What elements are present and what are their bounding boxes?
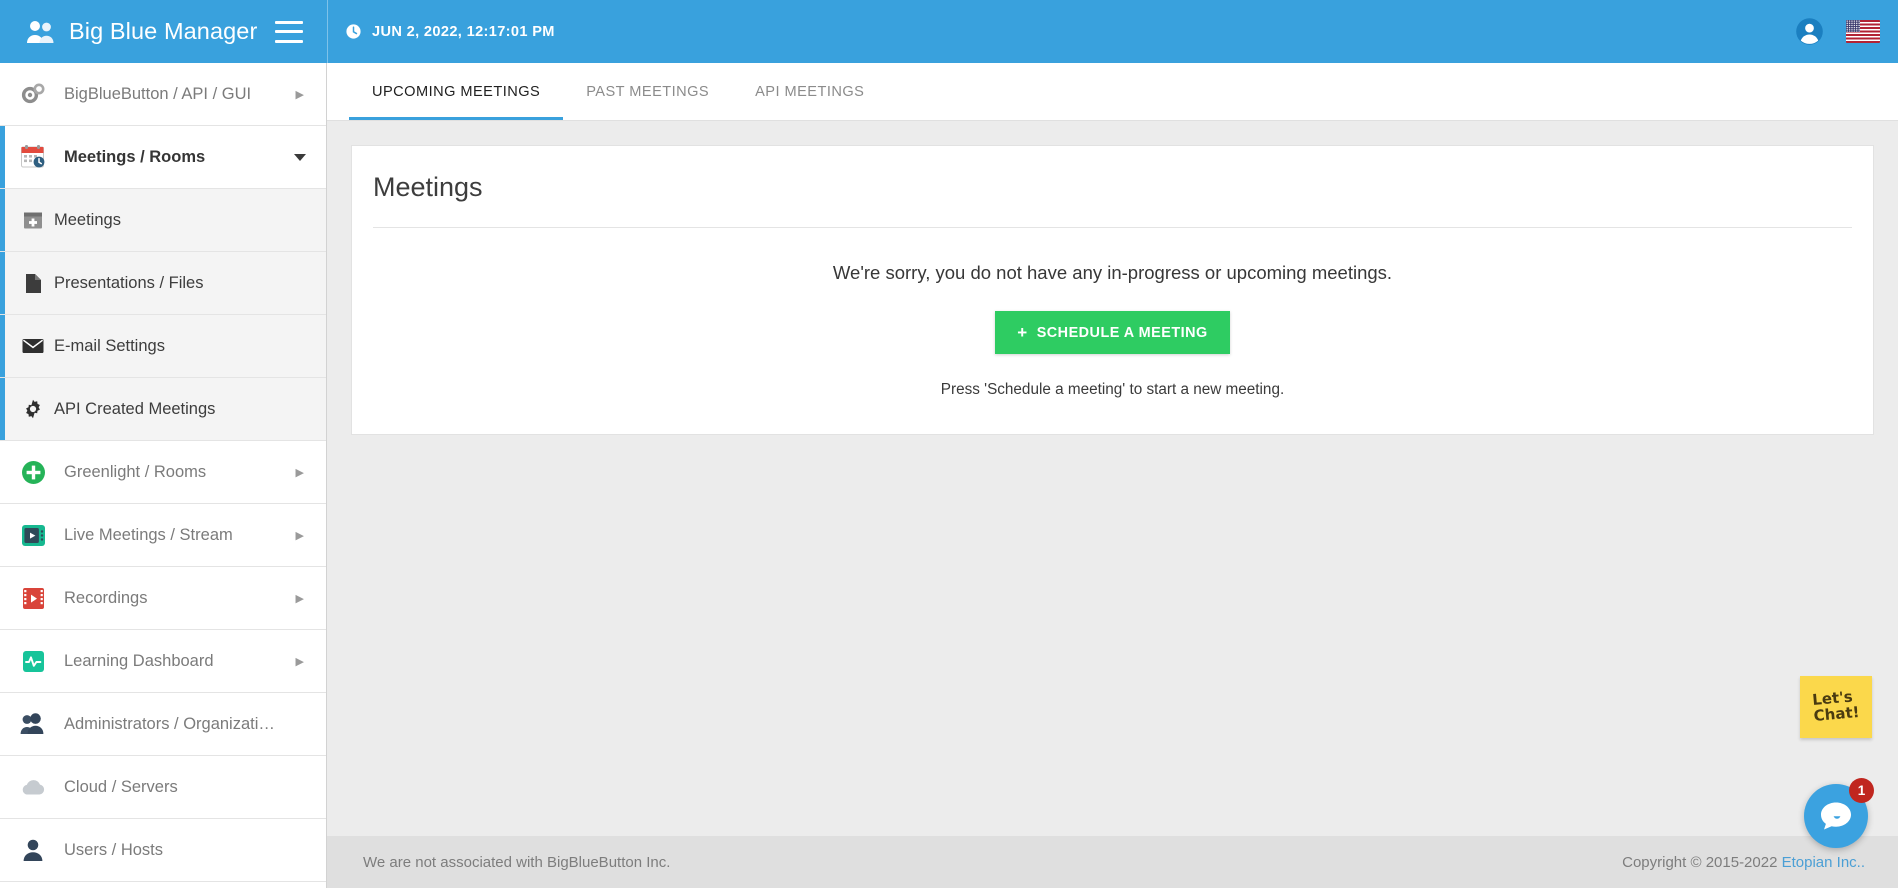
tab-label: UPCOMING MEETINGS — [372, 83, 541, 100]
calendar-plus-icon — [22, 210, 44, 230]
body-split: BigBlueButton / API / GUI ▶ Meetings / R… — [0, 63, 1898, 888]
app-root: Big Blue Manager JUN 2, 2022, 12:17:01 P… — [0, 0, 1898, 888]
main-content: UPCOMING MEETINGS PAST MEETINGS API MEET… — [327, 63, 1898, 888]
sidebar-item-meetings[interactable]: Meetings — [0, 189, 326, 252]
us-flag-icon[interactable] — [1846, 20, 1880, 43]
schedule-a-meeting-button[interactable]: + SCHEDULE A MEETING — [995, 311, 1230, 354]
tv-play-icon — [18, 523, 48, 548]
hamburger-icon[interactable] — [275, 20, 303, 43]
sidebar-item-learning-dashboard[interactable]: Learning Dashboard ▶ — [0, 630, 326, 693]
footer-disclaimer: We are not associated with BigBlueButton… — [363, 853, 671, 871]
cloud-icon — [18, 778, 48, 796]
envelope-icon — [22, 338, 44, 354]
page-title: Meetings — [373, 146, 1852, 228]
gear-icon — [22, 399, 44, 419]
sidebar-item-recordings[interactable]: Recordings ▶ — [0, 567, 326, 630]
tab-past-meetings[interactable]: PAST MEETINGS — [563, 63, 732, 120]
meetings-card: Meetings We're sorry, you do not have an… — [351, 145, 1874, 435]
tab-bar: UPCOMING MEETINGS PAST MEETINGS API MEET… — [327, 63, 1898, 121]
chevron-right-icon: ▶ — [295, 88, 304, 101]
tab-api-meetings[interactable]: API MEETINGS — [732, 63, 887, 120]
sidebar-item-label: Meetings / Rooms — [64, 147, 206, 166]
users-group-icon — [18, 712, 48, 736]
users-icon — [27, 20, 54, 43]
gears-icon — [18, 82, 48, 106]
card-body: We're sorry, you do not have any in-prog… — [373, 228, 1852, 399]
account-circle-icon[interactable] — [1795, 17, 1824, 46]
chevron-right-icon: ▶ — [295, 466, 304, 479]
sidebar-item-label: Administrators / Organizati… — [64, 714, 275, 733]
sidebar-item-presentations-files[interactable]: Presentations / Files — [0, 252, 326, 315]
chevron-right-icon: ▶ — [295, 655, 304, 668]
footer: We are not associated with BigBlueButton… — [327, 836, 1898, 888]
sidebar-item-label: BigBlueButton / API / GUI — [64, 84, 252, 103]
sidebar-item-meetings-rooms[interactable]: Meetings / Rooms — [0, 126, 326, 189]
hint-text: Press 'Schedule a meeting' to start a ne… — [940, 381, 1285, 398]
pulse-icon — [18, 649, 48, 674]
empty-state-message: We're sorry, you do not have any in-prog… — [832, 262, 1393, 283]
current-datetime: JUN 2, 2022, 12:17:01 PM — [372, 23, 555, 40]
calendar-clock-icon — [18, 144, 48, 170]
tab-upcoming-meetings[interactable]: UPCOMING MEETINGS — [349, 63, 564, 120]
sidebar-item-label: Learning Dashboard — [64, 651, 214, 670]
sidebar-item-label: Meetings — [54, 210, 121, 229]
sidebar-item-api-created-meetings[interactable]: API Created Meetings — [0, 378, 326, 441]
chevron-right-icon: ▶ — [295, 529, 304, 542]
brand-title: Big Blue Manager — [69, 18, 258, 44]
plus-circle-icon — [18, 460, 48, 485]
sidebar-item-cloud-servers[interactable]: Cloud / Servers — [0, 756, 326, 819]
sidebar-item-label: Presentations / Files — [54, 273, 204, 292]
plus-icon: + — [1017, 323, 1028, 342]
clock-bar: JUN 2, 2022, 12:17:01 PM — [328, 0, 1795, 63]
clock-icon — [346, 24, 361, 39]
topbar-actions — [1795, 0, 1898, 63]
chat-widget: Let's Chat! 1 — [1768, 676, 1878, 866]
chevron-right-icon: ▶ — [295, 592, 304, 605]
schedule-button-label: SCHEDULE A MEETING — [1036, 324, 1208, 341]
chevron-down-icon — [294, 153, 306, 161]
sidebar-item-email-settings[interactable]: E-mail Settings — [0, 315, 326, 378]
lets-chat-note[interactable]: Let's Chat! — [1800, 676, 1872, 738]
tab-label: PAST MEETINGS — [586, 83, 710, 100]
brand-area[interactable]: Big Blue Manager — [0, 0, 327, 63]
sidebar-item-administrators-organizations[interactable]: Administrators / Organizati… — [0, 693, 326, 756]
content-area: Meetings We're sorry, you do not have an… — [327, 121, 1898, 836]
sidebar-item-live-meetings-stream[interactable]: Live Meetings / Stream ▶ — [0, 504, 326, 567]
sidebar-item-label: Cloud / Servers — [64, 777, 178, 796]
sidebar-item-label: Recordings — [64, 588, 148, 607]
chat-bubble-icon — [1821, 802, 1851, 830]
film-play-icon — [18, 586, 48, 611]
sidebar-item-label: E-mail Settings — [54, 336, 165, 355]
sidebar-item-greenlight-rooms[interactable]: Greenlight / Rooms ▶ — [0, 441, 326, 504]
lets-chat-note-text: Let's Chat! — [1811, 687, 1861, 725]
top-bar: Big Blue Manager JUN 2, 2022, 12:17:01 P… — [0, 0, 1898, 63]
tab-label: API MEETINGS — [755, 83, 865, 100]
sidebar-item-label: Live Meetings / Stream — [64, 525, 233, 544]
user-icon — [18, 838, 48, 862]
file-icon — [22, 273, 44, 294]
sidebar-item-label: Users / Hosts — [64, 840, 164, 859]
chat-unread-badge: 1 — [1849, 778, 1874, 803]
sidebar-item-bigbluebutton[interactable]: BigBlueButton / API / GUI ▶ — [0, 63, 326, 126]
copyright-text: Copyright © 2015-2022 — [1622, 853, 1782, 871]
sidebar: BigBlueButton / API / GUI ▶ Meetings / R… — [0, 63, 327, 888]
sidebar-item-label: API Created Meetings — [54, 399, 216, 418]
sidebar-item-users-hosts[interactable]: Users / Hosts — [0, 819, 326, 882]
sidebar-item-label: Greenlight / Rooms — [64, 462, 207, 481]
